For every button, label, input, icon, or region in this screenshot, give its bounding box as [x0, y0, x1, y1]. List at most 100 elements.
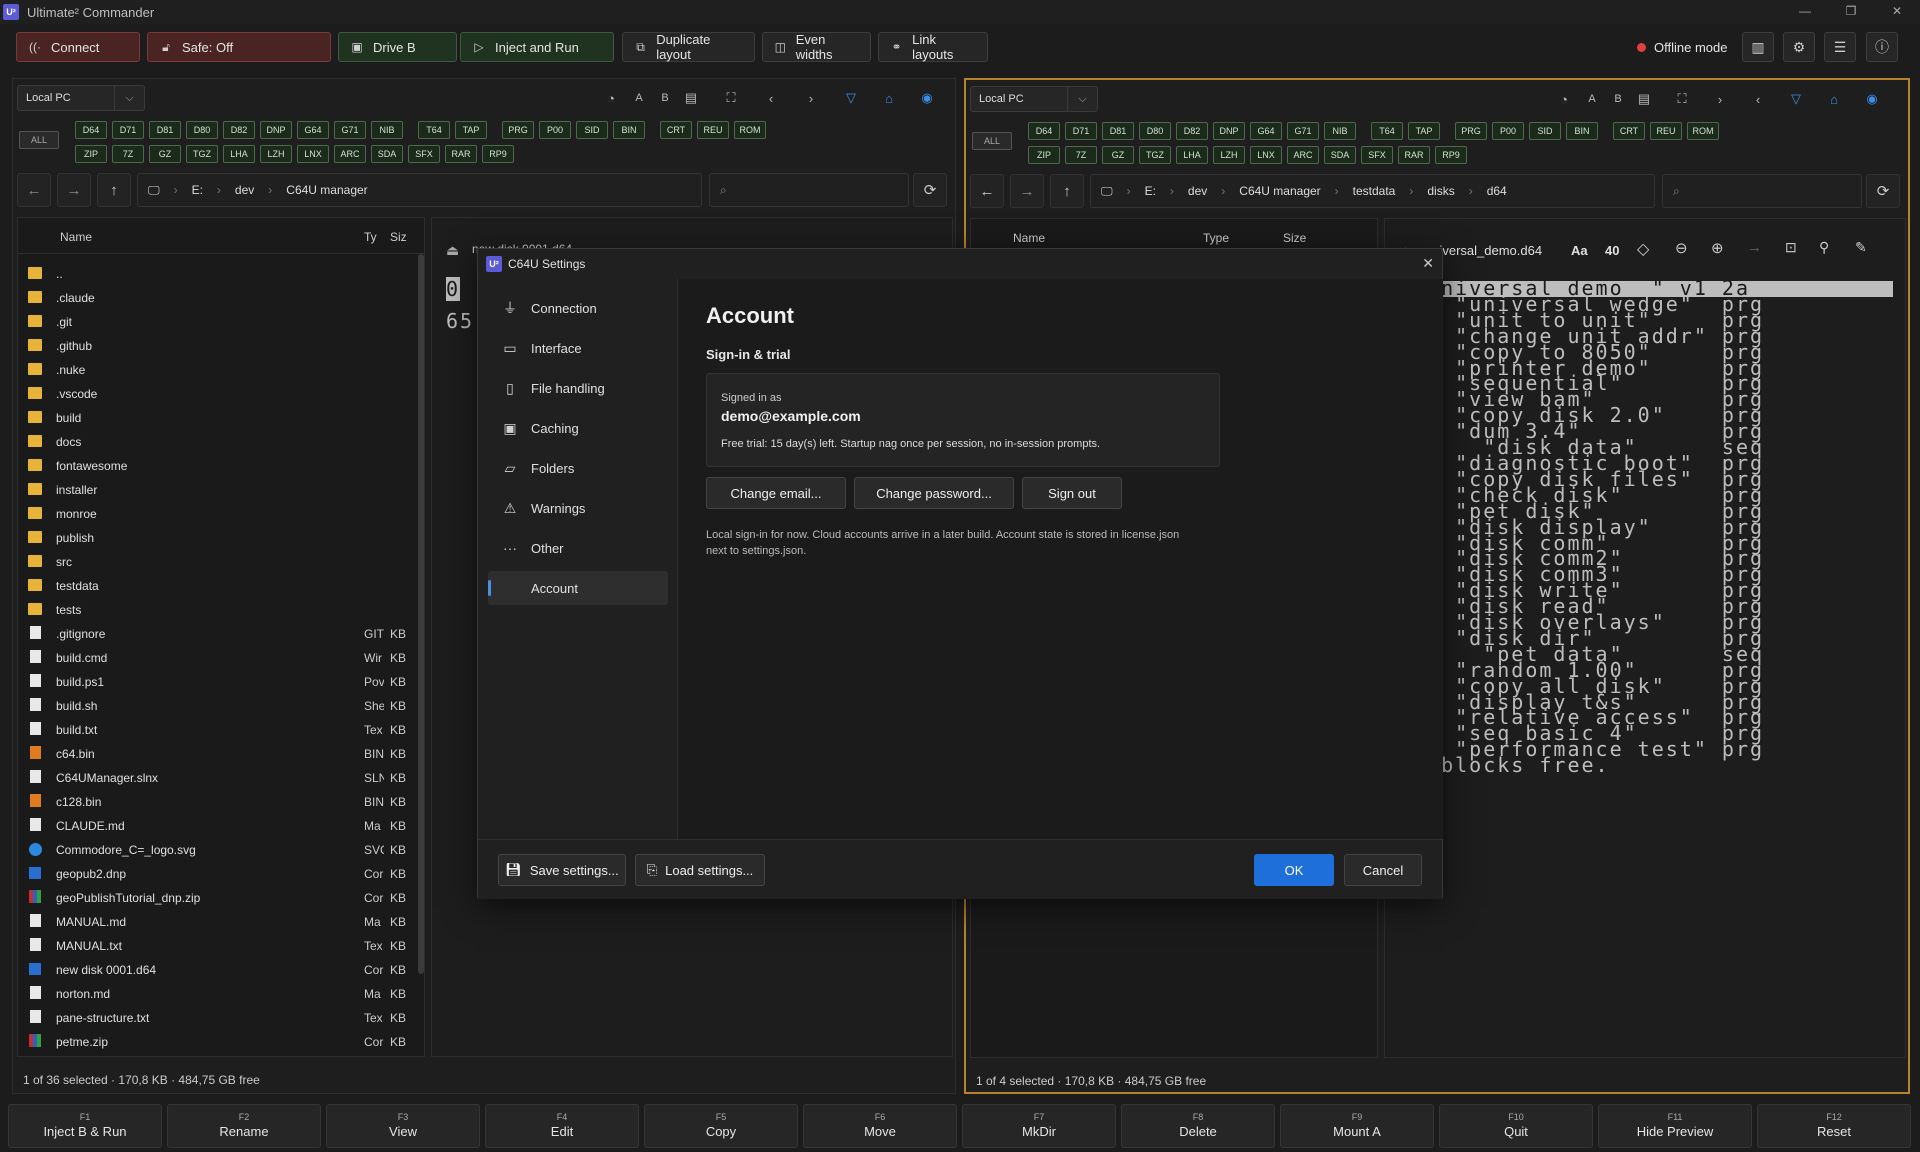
filter-chip-bin[interactable]: BIN: [613, 121, 645, 139]
filter-chip-t64[interactable]: T64: [1371, 122, 1403, 140]
eject-icon[interactable]: ⏏: [446, 242, 459, 259]
left-drive-select[interactable]: Local PC ⌵: [17, 85, 145, 111]
restore-icon[interactable]: ❐: [1828, 0, 1874, 24]
file-row[interactable]: PROJECTPLAN.mdMaKB: [18, 1054, 424, 1056]
filter-chip-arc[interactable]: ARC: [334, 145, 366, 163]
filter-chip-d64[interactable]: D64: [1028, 122, 1060, 140]
breadcrumb-segment[interactable]: E:: [1145, 184, 1156, 198]
filter-chip-prg[interactable]: PRG: [502, 121, 534, 139]
filter-chip-g71[interactable]: G71: [1287, 122, 1319, 140]
pin-icon[interactable]: ⚲: [1819, 239, 1829, 256]
file-row[interactable]: .nuke: [18, 358, 424, 382]
cancel-button[interactable]: Cancel: [1344, 854, 1422, 886]
ok-button[interactable]: OK: [1254, 854, 1334, 886]
load-settings-button[interactable]: ⎘ Load settings...: [635, 854, 765, 886]
connect-button[interactable]: ((· Connect: [16, 32, 140, 62]
up-icon[interactable]: ↑: [97, 173, 131, 207]
filter-chip-rar[interactable]: RAR: [1398, 146, 1430, 164]
file-row[interactable]: fontawesome: [18, 454, 424, 478]
file-row[interactable]: .vscode: [18, 382, 424, 406]
file-row[interactable]: build.cmd Wir KB: [18, 646, 424, 670]
change-email-button[interactable]: Change email...: [706, 477, 846, 509]
fullscreen-icon[interactable]: ⛶: [721, 88, 741, 108]
filter-icon[interactable]: ▽: [841, 88, 861, 108]
file-row[interactable]: installer: [18, 478, 424, 502]
fkey-f7[interactable]: F7 MkDir: [962, 1104, 1116, 1148]
breadcrumb-segment[interactable]: C64U manager: [1239, 184, 1320, 198]
filter-chip-rom[interactable]: ROM: [1687, 122, 1719, 140]
filter-chip-lzh[interactable]: LZH: [260, 145, 292, 163]
arrow-right-icon[interactable]: →: [1747, 239, 1762, 256]
filter-chip-bin[interactable]: BIN: [1566, 122, 1598, 140]
filter-chip-nib[interactable]: NIB: [1324, 122, 1356, 140]
fullscreen-icon[interactable]: ⛶: [1672, 89, 1692, 109]
refresh-icon[interactable]: ⟳: [913, 173, 947, 207]
forward-icon[interactable]: →: [57, 173, 91, 207]
nav-caching[interactable]: ▣ Caching: [488, 411, 668, 445]
filter-chip-tgz[interactable]: TGZ: [1139, 146, 1171, 164]
file-row[interactable]: new disk 0001.d64 Cor KB: [18, 958, 424, 982]
close-window-icon[interactable]: ✕: [1874, 0, 1920, 24]
layout-icon[interactable]: ▤: [681, 88, 701, 108]
right-drive-select[interactable]: Local PC ⌵: [970, 86, 1098, 112]
drive-b-icon[interactable]: B: [1608, 89, 1628, 109]
lock-icon[interactable]: ⊡: [1785, 239, 1797, 256]
nav-other[interactable]: ··· Other: [488, 531, 668, 565]
right-search-input[interactable]: ⌕: [1662, 174, 1862, 208]
filter-chip-dnp[interactable]: DNP: [260, 121, 292, 139]
file-row[interactable]: C64UManager.slnx SLN KB: [18, 766, 424, 790]
file-row[interactable]: build.txt Tex KB: [18, 718, 424, 742]
filter-chip-lzh[interactable]: LZH: [1213, 146, 1245, 164]
file-row[interactable]: .git: [18, 310, 424, 334]
pencil-icon[interactable]: ✎: [1855, 239, 1867, 256]
file-row[interactable]: .gitignore GIT KB: [18, 622, 424, 646]
filter-chip-tap[interactable]: TAP: [455, 121, 487, 139]
breadcrumb-segment[interactable]: E:: [192, 183, 203, 197]
fkey-f5[interactable]: F5 Copy: [644, 1104, 798, 1148]
fkey-f9[interactable]: F9 Mount A: [1280, 1104, 1434, 1148]
file-row[interactable]: geopub2.dnp Cor KB: [18, 862, 424, 886]
breadcrumb-segment[interactable]: testdata: [1353, 184, 1396, 198]
chevron-right-icon[interactable]: ›: [801, 88, 821, 108]
left-search-input[interactable]: ⌕: [709, 173, 909, 207]
chevron-left-icon[interactable]: ‹: [1748, 89, 1768, 109]
filter-chip-d81[interactable]: D81: [149, 121, 181, 139]
file-row[interactable]: testdata: [18, 574, 424, 598]
file-row[interactable]: ..: [18, 262, 424, 286]
safe-mode-button[interactable]: 🔓︎ Safe: Off: [147, 32, 331, 62]
fit-icon[interactable]: ◇: [1637, 239, 1649, 259]
fkey-f2[interactable]: F2 Rename: [167, 1104, 321, 1148]
col-size[interactable]: Size: [1283, 231, 1306, 245]
filter-chip-crt[interactable]: CRT: [1613, 122, 1645, 140]
sliders-icon[interactable]: ☰: [1824, 32, 1856, 62]
signal-icon[interactable]: ◔: [601, 88, 621, 108]
chevron-right-icon[interactable]: ›: [1710, 89, 1730, 109]
col-type[interactable]: Ty: [364, 230, 377, 244]
file-row[interactable]: CLAUDE.md Ma KB: [18, 814, 424, 838]
filter-chip-reu[interactable]: REU: [697, 121, 729, 139]
filter-chip-zip[interactable]: ZIP: [1028, 146, 1060, 164]
nav-file-handling[interactable]: ▯ File handling: [488, 371, 668, 405]
dialog-close-icon[interactable]: ✕: [1422, 255, 1434, 272]
fkey-f12[interactable]: F12 Reset: [1757, 1104, 1911, 1148]
filter-chip-d80[interactable]: D80: [186, 121, 218, 139]
fkey-f11[interactable]: F11 Hide Preview: [1598, 1104, 1752, 1148]
filter-chip-7z[interactable]: 7Z: [112, 145, 144, 163]
filter-chip-prg[interactable]: PRG: [1455, 122, 1487, 140]
offline-mode-indicator[interactable]: Offline mode: [1627, 32, 1747, 62]
filter-chip-rp9[interactable]: RP9: [1435, 146, 1467, 164]
filter-chip-rar[interactable]: RAR: [445, 145, 477, 163]
file-row[interactable]: build.ps1 Pov KB: [18, 670, 424, 694]
filter-chip-gz[interactable]: GZ: [149, 145, 181, 163]
file-row[interactable]: geoPublishTutorial_dnp.zip Cor KB: [18, 886, 424, 910]
eye-icon[interactable]: ◉: [1862, 89, 1882, 109]
fkey-f10[interactable]: F10 Quit: [1439, 1104, 1593, 1148]
forward-icon[interactable]: →: [1010, 174, 1044, 208]
drive-a-icon[interactable]: A: [1582, 89, 1602, 109]
col-type[interactable]: Type: [1203, 231, 1229, 245]
filter-chip-t64[interactable]: T64: [418, 121, 450, 139]
filter-chip-d82[interactable]: D82: [223, 121, 255, 139]
file-row[interactable]: docs: [18, 430, 424, 454]
file-row[interactable]: pane-structure.txt Tex KB: [18, 1006, 424, 1030]
file-row[interactable]: .claude: [18, 286, 424, 310]
